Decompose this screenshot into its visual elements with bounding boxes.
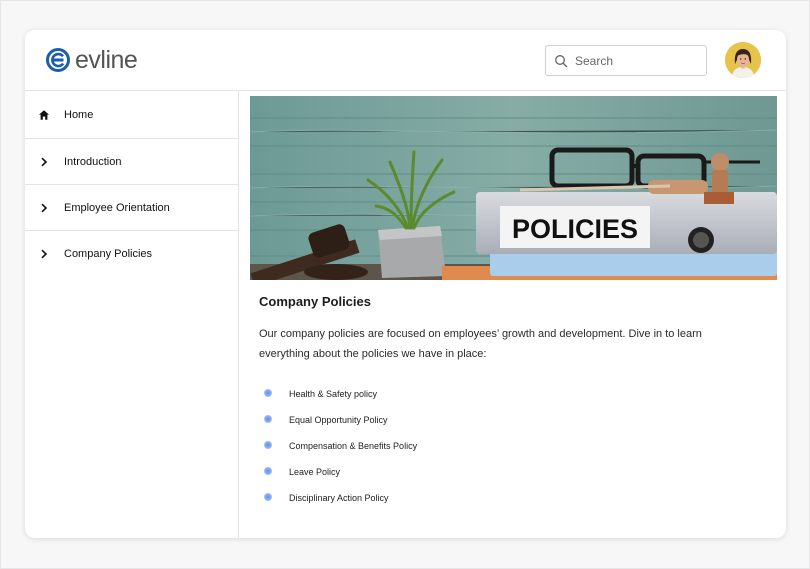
user-avatar[interactable] xyxy=(725,42,761,78)
bullet-dot-icon xyxy=(264,466,272,475)
list-item[interactable]: Compensation & Benefits Policy xyxy=(264,433,417,459)
brand-name: evline xyxy=(75,46,138,74)
intro-paragraph: Our company policies are focused on empl… xyxy=(259,328,702,360)
policy-list: Health & Safety policy Equal Opportunity… xyxy=(264,381,417,511)
main-content: POLICIES Company Policies Our company po… xyxy=(240,91,786,538)
hero-sign-text: POLICIES xyxy=(512,214,638,244)
list-item[interactable]: Leave Policy xyxy=(264,459,417,485)
chevron-right-icon xyxy=(41,249,48,259)
list-item[interactable]: Disciplinary Action Policy xyxy=(264,485,417,511)
sidebar-item-label: Home xyxy=(64,108,94,121)
policy-label: Health & Safety policy xyxy=(289,389,378,399)
search-box[interactable] xyxy=(545,45,707,76)
search-icon xyxy=(555,54,568,67)
policy-label: Leave Policy xyxy=(289,467,341,477)
sidebar-item-label: Employee Orientation xyxy=(64,201,170,214)
bullet-dot-icon xyxy=(264,414,272,423)
policies-hero-image: POLICIES xyxy=(250,96,777,280)
chevron-right-icon xyxy=(41,203,48,212)
home-icon xyxy=(39,109,49,120)
sidebar-item-introduction[interactable]: Introduction xyxy=(25,139,238,185)
avatar-portrait-icon xyxy=(725,42,761,78)
sidebar-item-label: Introduction xyxy=(64,155,122,168)
app-window: evline Search Home Introduction Employee… xyxy=(25,30,786,538)
list-item[interactable]: Health & Safety policy xyxy=(264,381,417,407)
bullet-dot-icon xyxy=(264,388,272,397)
sidebar-nav: Home Introduction Employee Orientation C… xyxy=(25,91,239,538)
sidebar-item-company-policies[interactable]: Company Policies xyxy=(25,231,238,277)
bullet-dot-icon xyxy=(264,440,272,449)
hero-illustration: POLICIES xyxy=(250,96,777,280)
sidebar-item-label: Company Policies xyxy=(64,248,153,260)
brand-logo[interactable]: evline xyxy=(46,46,138,74)
top-header: evline xyxy=(25,30,786,91)
policy-label: Disciplinary Action Policy xyxy=(289,493,389,503)
sidebar-item-employee-orientation[interactable]: Employee Orientation xyxy=(25,185,238,231)
policy-label: Compensation & Benefits Policy xyxy=(289,441,418,451)
sidebar-item-home[interactable]: Home xyxy=(25,91,238,139)
page-title: Company Policies xyxy=(259,294,371,309)
policy-label: Equal Opportunity Policy xyxy=(289,415,388,425)
evline-logo-icon xyxy=(46,48,70,72)
search-input[interactable] xyxy=(575,53,700,68)
chevron-right-icon xyxy=(41,157,48,166)
list-item[interactable]: Equal Opportunity Policy xyxy=(264,407,417,433)
bullet-dot-icon xyxy=(264,492,272,501)
